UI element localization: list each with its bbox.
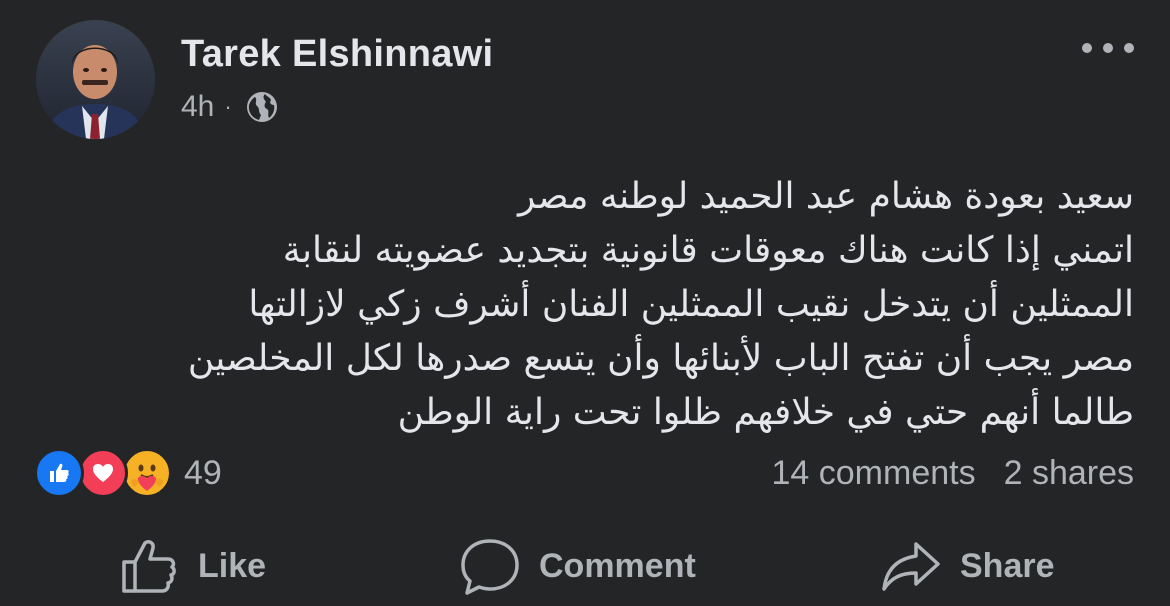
reactions-summary[interactable]: 49 bbox=[34, 447, 222, 499]
more-dot bbox=[1124, 43, 1134, 53]
reaction-count: 49 bbox=[184, 453, 222, 492]
post-actions-bar: Like Comment Share bbox=[0, 530, 1170, 602]
engagement-counts: 14 comments 2 shares bbox=[772, 450, 1135, 496]
love-icon bbox=[78, 448, 128, 498]
avatar-photo bbox=[36, 20, 155, 139]
more-dot bbox=[1082, 43, 1092, 53]
post-timestamp[interactable]: 4h bbox=[181, 90, 214, 124]
comment-button[interactable]: Comment bbox=[459, 530, 696, 602]
share-arrow-icon bbox=[882, 542, 940, 591]
post-text-line: طالما أنهم حتي في خلافهم ظلوا تحت راية ا… bbox=[397, 392, 1134, 433]
care-icon bbox=[122, 448, 172, 498]
post-text-line: سعيد بعودة هشام عبد الحميد لوطنه مصر bbox=[518, 176, 1134, 217]
meta-separator: · bbox=[224, 94, 232, 119]
thumbs-up-icon bbox=[122, 540, 176, 593]
post-text: سعيد بعودة هشام عبد الحميد لوطنه مصر اتم… bbox=[34, 170, 1134, 440]
comment-label: Comment bbox=[539, 546, 696, 585]
post-text-line: اتمني إذا كانت هناك معوقات قانونية بتجدي… bbox=[282, 230, 1134, 271]
share-label: Share bbox=[960, 546, 1055, 585]
more-options-button[interactable] bbox=[1076, 28, 1140, 68]
more-dot bbox=[1103, 43, 1113, 53]
comment-bubble-icon bbox=[461, 539, 519, 595]
like-label: Like bbox=[198, 546, 267, 585]
post-meta: 4h · bbox=[181, 86, 278, 128]
author-avatar[interactable] bbox=[36, 20, 155, 139]
globe-icon[interactable] bbox=[246, 91, 278, 123]
post-text-line: مصر يجب أن تفتح الباب لأبنائها وأن يتسع … bbox=[187, 338, 1134, 379]
author-name[interactable]: Tarek Elshinnawi bbox=[181, 33, 493, 76]
post-text-line: الممثلين أن يتدخل نقيب الممثلين الفنان أ… bbox=[248, 284, 1134, 325]
share-button[interactable]: Share bbox=[880, 530, 1055, 602]
comments-count[interactable]: 14 comments bbox=[772, 454, 976, 493]
like-button[interactable]: Like bbox=[118, 530, 266, 602]
like-icon bbox=[34, 448, 84, 498]
shares-count[interactable]: 2 shares bbox=[1004, 454, 1134, 493]
